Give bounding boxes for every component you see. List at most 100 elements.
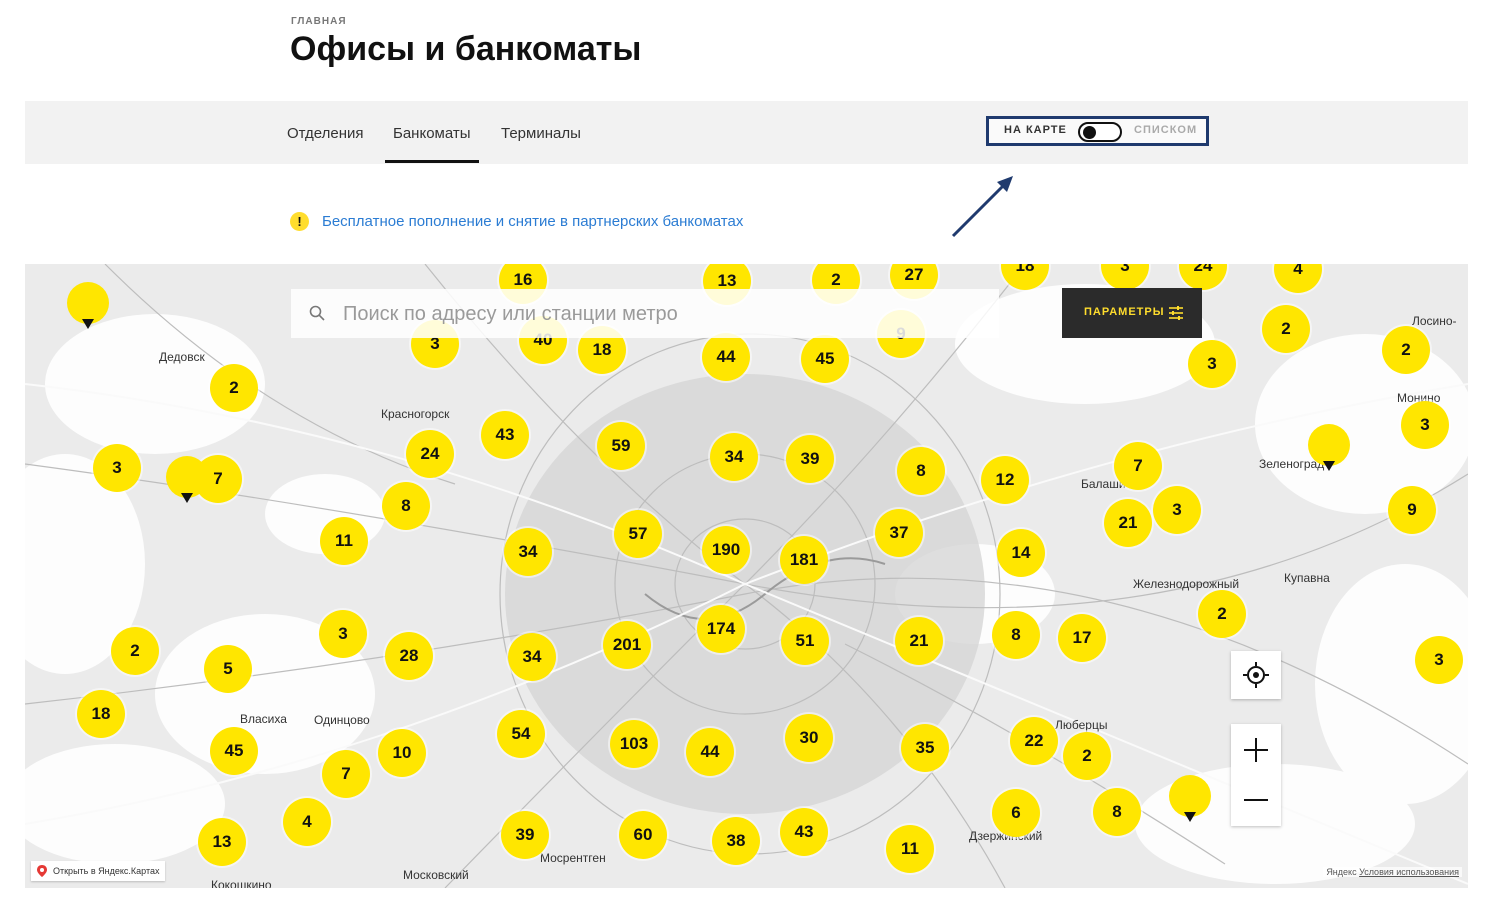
atm-cluster[interactable]: 57 (614, 510, 662, 558)
search-box (291, 289, 999, 338)
atm-cluster[interactable]: 5 (204, 645, 252, 693)
search-icon (309, 305, 325, 321)
tab-terminals[interactable]: Терминалы (501, 125, 581, 142)
atm-cluster[interactable]: 43 (780, 808, 828, 856)
atm-cluster[interactable]: 8 (382, 482, 430, 530)
map-place-label: Красногорск (381, 407, 450, 421)
atm-cluster[interactable]: 22 (1010, 717, 1058, 765)
map-place-label: Мосрентген (540, 851, 606, 865)
atm-cluster[interactable]: 45 (210, 727, 258, 775)
atm-cluster[interactable]: 59 (597, 422, 645, 470)
atm-pin-icon[interactable] (66, 281, 110, 335)
atm-cluster[interactable]: 12 (981, 456, 1029, 504)
atm-pin-icon[interactable] (1307, 423, 1351, 477)
atm-cluster[interactable]: 3 (1401, 401, 1449, 449)
atm-cluster[interactable]: 14 (997, 529, 1045, 577)
atm-cluster[interactable]: 2 (1382, 326, 1430, 374)
atm-cluster[interactable]: 6 (992, 789, 1040, 837)
map-place-label: Лосино- (1412, 314, 1457, 328)
partner-atm-link[interactable]: Бесплатное пополнение и снятие в партнер… (322, 213, 743, 230)
atm-cluster[interactable]: 103 (610, 720, 658, 768)
atm-cluster[interactable]: 9 (1388, 486, 1436, 534)
atm-cluster[interactable]: 3 (93, 444, 141, 492)
atm-cluster[interactable]: 54 (497, 710, 545, 758)
atm-cluster[interactable]: 2 (1262, 305, 1310, 353)
atm-cluster[interactable]: 13 (198, 818, 246, 866)
map-place-label: Люберцы (1055, 718, 1108, 732)
atm-cluster[interactable]: 34 (710, 433, 758, 481)
map-place-label: Купавна (1284, 571, 1330, 585)
tab-atms[interactable]: Банкоматы (385, 125, 479, 163)
geolocation-button[interactable] (1231, 651, 1281, 699)
search-input[interactable] (343, 299, 983, 329)
atm-cluster[interactable]: 18 (77, 690, 125, 738)
atm-cluster[interactable]: 11 (886, 825, 934, 873)
atm-cluster[interactable]: 190 (702, 526, 750, 574)
atm-cluster[interactable]: 181 (780, 536, 828, 584)
atm-cluster[interactable]: 2 (1063, 732, 1111, 780)
atm-cluster[interactable]: 21 (1104, 499, 1152, 547)
atm-cluster[interactable]: 35 (901, 724, 949, 772)
atm-pin-icon[interactable] (1168, 774, 1212, 828)
atm-cluster[interactable]: 44 (702, 333, 750, 381)
tab-offices[interactable]: Отделения (287, 125, 364, 142)
atm-cluster[interactable]: 8 (1093, 788, 1141, 836)
atm-cluster[interactable]: 2 (210, 364, 258, 412)
breadcrumb[interactable]: ГЛАВНАЯ (291, 16, 347, 27)
page: ГЛАВНАЯ Офисы и банкоматы Отделения Банк… (0, 0, 1493, 910)
map-place-label: Власиха (240, 712, 287, 726)
atm-cluster[interactable]: 51 (781, 617, 829, 665)
terms-link[interactable]: Условия использования (1359, 867, 1459, 877)
toggle-label-map[interactable]: НА КАРТЕ (1004, 124, 1067, 136)
atm-cluster[interactable]: 45 (801, 335, 849, 383)
atm-cluster[interactable]: 60 (619, 811, 667, 859)
map-place-label: Дедовск (159, 350, 205, 364)
map-pin-icon (37, 865, 47, 877)
atm-cluster[interactable]: 3 (1415, 636, 1463, 684)
atm-cluster[interactable]: 28 (385, 632, 433, 680)
atm-cluster[interactable]: 10 (378, 729, 426, 777)
atm-cluster[interactable]: 4 (283, 798, 331, 846)
atm-cluster[interactable]: 30 (785, 714, 833, 762)
map[interactable]: Дедовск Красногорск Одинцово Балаши Железнод… (25, 264, 1468, 888)
atm-cluster[interactable]: 8 (897, 447, 945, 495)
map-place-label: Московский (403, 868, 469, 882)
locate-icon (1243, 662, 1269, 688)
atm-cluster[interactable]: 39 (786, 435, 834, 483)
open-in-yandex-label: Открыть в Яндекс.Картах (53, 866, 160, 876)
atm-cluster[interactable]: 7 (322, 750, 370, 798)
atm-cluster[interactable]: 2 (1198, 590, 1246, 638)
atm-cluster[interactable]: 8 (992, 611, 1040, 659)
atm-cluster[interactable]: 34 (508, 633, 556, 681)
atm-cluster[interactable]: 43 (481, 411, 529, 459)
atm-cluster[interactable]: 11 (320, 517, 368, 565)
toggle-label-list[interactable]: СПИСКОМ (1134, 124, 1197, 136)
toggle-knob (1083, 126, 1096, 139)
open-in-yandex-link[interactable]: Открыть в Яндекс.Картах (31, 861, 166, 881)
yandex-brand: Яндекс (1326, 867, 1357, 877)
toggle-switch[interactable] (1078, 122, 1122, 142)
atm-cluster[interactable]: 17 (1058, 614, 1106, 662)
atm-cluster[interactable]: 21 (895, 617, 943, 665)
atm-cluster[interactable]: 2 (111, 627, 159, 675)
atm-cluster[interactable]: 39 (501, 811, 549, 859)
params-button[interactable]: ПАРАМЕТРЫ (1062, 288, 1202, 338)
atm-cluster[interactable]: 174 (697, 605, 745, 653)
atm-pin-icon[interactable] (165, 455, 209, 509)
atm-cluster[interactable]: 24 (406, 430, 454, 478)
atm-cluster[interactable]: 3 (1188, 340, 1236, 388)
atm-cluster[interactable]: 34 (504, 528, 552, 576)
atm-cluster[interactable]: 3 (319, 610, 367, 658)
atm-cluster[interactable]: 37 (875, 509, 923, 557)
zoom-out-icon[interactable] (1231, 776, 1281, 826)
atm-cluster[interactable]: 3 (1153, 486, 1201, 534)
map-place-label: Одинцово (314, 713, 370, 727)
atm-cluster[interactable]: 44 (686, 728, 734, 776)
atm-cluster[interactable]: 201 (603, 621, 651, 669)
filter-sliders-icon (1169, 306, 1183, 320)
atm-cluster[interactable]: 7 (1114, 442, 1162, 490)
atm-cluster[interactable]: 38 (712, 817, 760, 865)
page-title: Офисы и банкоматы (290, 30, 642, 68)
zoom-in-icon[interactable] (1231, 724, 1281, 774)
view-toggle[interactable]: НА КАРТЕ СПИСКОМ (986, 116, 1209, 146)
